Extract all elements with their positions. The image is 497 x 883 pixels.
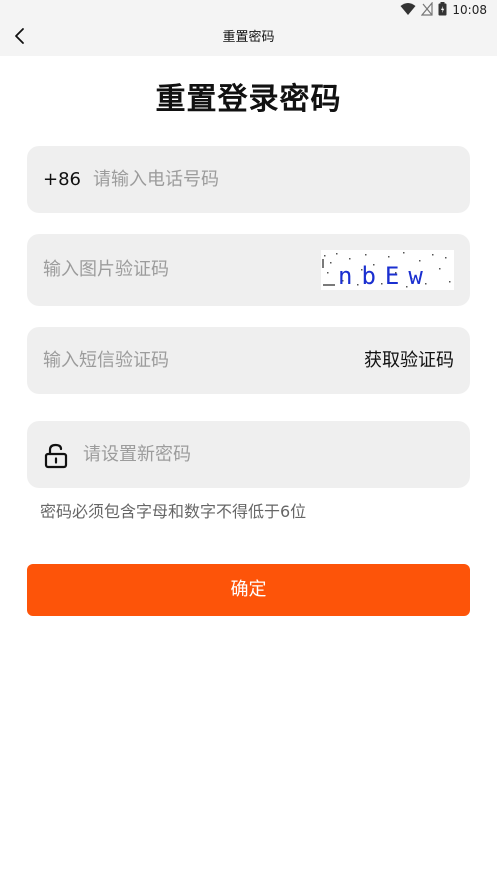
get-code-button[interactable]: 获取验证码 (364, 327, 454, 394)
status-time: 10:08 (452, 3, 487, 17)
unlock-icon (44, 443, 68, 469)
new-password-field (27, 421, 470, 488)
captcha-field: nbEw (27, 234, 470, 306)
confirm-button[interactable]: 确定 (27, 564, 470, 616)
signal-icon (421, 0, 434, 20)
wifi-icon (400, 1, 416, 20)
battery-icon (438, 1, 447, 20)
captcha-input[interactable] (43, 236, 313, 303)
phone-field: +86 (27, 146, 470, 213)
page-title: 重置登录密码 (155, 82, 342, 117)
password-rule-hint: 密码必须包含字母和数字不得低于6位 (40, 502, 307, 521)
status-bar: 10:08 (0, 0, 497, 20)
nav-bar: 重置密码 (0, 20, 497, 56)
new-password-input[interactable] (83, 421, 453, 488)
captcha-image-text: nbEw (338, 262, 432, 290)
nav-title: 重置密码 (222, 30, 275, 45)
chevron-left-icon (14, 27, 26, 49)
country-code: +86 (43, 169, 81, 190)
phone-input[interactable] (93, 146, 453, 213)
sms-code-input[interactable] (43, 327, 343, 394)
captcha-image[interactable]: nbEw (321, 250, 454, 290)
status-icons: 10:08 (400, 0, 487, 20)
sms-code-field: 获取验证码 (27, 327, 470, 394)
back-button[interactable] (6, 24, 34, 52)
